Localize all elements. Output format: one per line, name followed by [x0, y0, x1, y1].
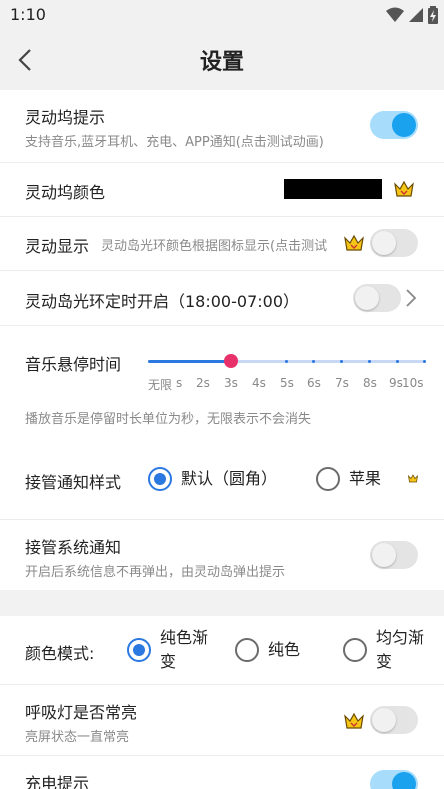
- tick-label: s: [176, 376, 183, 390]
- island-color-swatch[interactable]: [284, 179, 382, 199]
- radio-uniform-gradient-label[interactable]: 均匀渐变: [376, 626, 432, 674]
- slider-tick: [285, 360, 288, 363]
- breath-light-subtitle: 亮屏状态一直常亮: [25, 730, 130, 745]
- radio-apple[interactable]: [316, 467, 340, 491]
- color-mode-title: 颜色模式:: [25, 644, 95, 663]
- toggle-knob: [372, 543, 396, 567]
- notify-style-title: 接管通知样式: [25, 473, 122, 492]
- chevron-right-icon[interactable]: [405, 288, 417, 308]
- tick-label: 5s: [280, 376, 294, 390]
- dynamic-display-title: 灵动显示: [25, 237, 90, 256]
- island-tip-subtitle: 支持音乐,蓝牙耳机、充电、APP通知(点击测试动画): [25, 135, 324, 150]
- toggle-knob: [392, 113, 416, 137]
- radio-solid-label[interactable]: 纯色: [268, 638, 300, 662]
- ring-timer-title: 灵动岛光环定时开启（18:00-07:00）: [25, 292, 299, 311]
- music-hover-title: 音乐悬停时间: [25, 355, 122, 374]
- notify-style-row: 接管通知样式 默认（圆角） 苹果: [0, 438, 444, 519]
- music-hover-note: 播放音乐是停留时长单位为秒，无限表示不会消失: [25, 412, 312, 427]
- tick-label: 10s: [402, 376, 424, 390]
- signal-icon: [409, 8, 423, 22]
- tick-label: 2s: [196, 376, 210, 390]
- crown-icon: [408, 474, 418, 483]
- radio-default[interactable]: [148, 467, 172, 491]
- radio-default-label[interactable]: 默认（圆角）: [181, 467, 277, 491]
- color-mode-row: 颜色模式: 纯色渐变 纯色 均匀渐变: [0, 616, 444, 684]
- slider-tick: [423, 360, 426, 363]
- ring-timer-toggle[interactable]: [353, 284, 401, 312]
- tick-label: 8s: [363, 376, 377, 390]
- breath-light-row[interactable]: 呼吸灯是否常亮 亮屏状态一直常亮: [0, 685, 444, 755]
- wifi-icon: [386, 7, 404, 22]
- island-color-title: 灵动坞颜色: [25, 183, 106, 202]
- dynamic-display-hint: 灵动岛光环颜色根据图标显示(点击测试: [101, 239, 328, 254]
- toggle-knob: [372, 708, 396, 732]
- breath-light-toggle[interactable]: [370, 706, 418, 734]
- island-color-row[interactable]: 灵动坞颜色: [0, 163, 444, 216]
- slider-fill: [148, 360, 231, 363]
- radio-solid[interactable]: [235, 638, 259, 662]
- slider-thumb[interactable]: [224, 354, 238, 368]
- radio-gradient-label[interactable]: 纯色渐变: [160, 626, 216, 674]
- radio-gradient[interactable]: [127, 638, 151, 662]
- tick-label: 6s: [307, 376, 321, 390]
- slider-tick: [312, 360, 315, 363]
- island-tip-row[interactable]: 灵动坞提示 支持音乐,蓝牙耳机、充电、APP通知(点击测试动画): [0, 90, 444, 162]
- toggle-knob: [355, 286, 379, 310]
- status-icons: [386, 6, 438, 24]
- charge-tip-toggle[interactable]: [370, 770, 418, 789]
- header: 设置: [0, 30, 444, 90]
- tick-label: 9s: [389, 376, 403, 390]
- status-time: 1:10: [10, 5, 46, 24]
- tick-label: 3s: [224, 376, 238, 390]
- dynamic-display-row[interactable]: 灵动显示 灵动岛光环颜色根据图标显示(点击测试: [0, 217, 444, 270]
- breath-light-title: 呼吸灯是否常亮: [25, 703, 138, 722]
- crown-icon: [344, 234, 364, 251]
- crown-icon: [394, 180, 414, 197]
- radio-uniform-gradient[interactable]: [343, 638, 367, 662]
- status-bar: 1:10: [0, 0, 444, 30]
- toggle-knob: [372, 231, 396, 255]
- island-tip-toggle[interactable]: [370, 111, 418, 139]
- dynamic-display-toggle[interactable]: [370, 229, 418, 257]
- slider-tick: [340, 360, 343, 363]
- toggle-knob: [392, 772, 416, 789]
- section-gap: [0, 590, 444, 616]
- slider-tick: [396, 360, 399, 363]
- system-notify-row[interactable]: 接管系统通知 开启后系统信息不再弹出，由灵动岛弹出提示: [0, 520, 444, 590]
- slider-tick: [368, 360, 371, 363]
- page-title: 设置: [199, 50, 244, 75]
- island-tip-title: 灵动坞提示: [25, 108, 106, 127]
- tick-label: 7s: [335, 376, 349, 390]
- radio-apple-label[interactable]: 苹果: [349, 467, 381, 491]
- music-hover-row: 音乐悬停时间 无限 s 2s 3s 4s 5s 6s 7s 8s 9s 10s …: [0, 326, 444, 438]
- system-notify-subtitle: 开启后系统信息不再弹出，由灵动岛弹出提示: [25, 565, 286, 580]
- system-notify-title: 接管系统通知: [25, 538, 122, 557]
- tick-label: 无限: [148, 378, 173, 392]
- battery-charging-icon: [428, 6, 438, 24]
- crown-icon: [344, 712, 364, 729]
- charge-tip-row[interactable]: 充电提示: [0, 756, 444, 789]
- ring-timer-row[interactable]: 灵动岛光环定时开启（18:00-07:00）: [0, 271, 444, 325]
- charge-tip-title: 充电提示: [25, 774, 90, 789]
- tick-label: 4s: [252, 376, 266, 390]
- system-notify-toggle[interactable]: [370, 541, 418, 569]
